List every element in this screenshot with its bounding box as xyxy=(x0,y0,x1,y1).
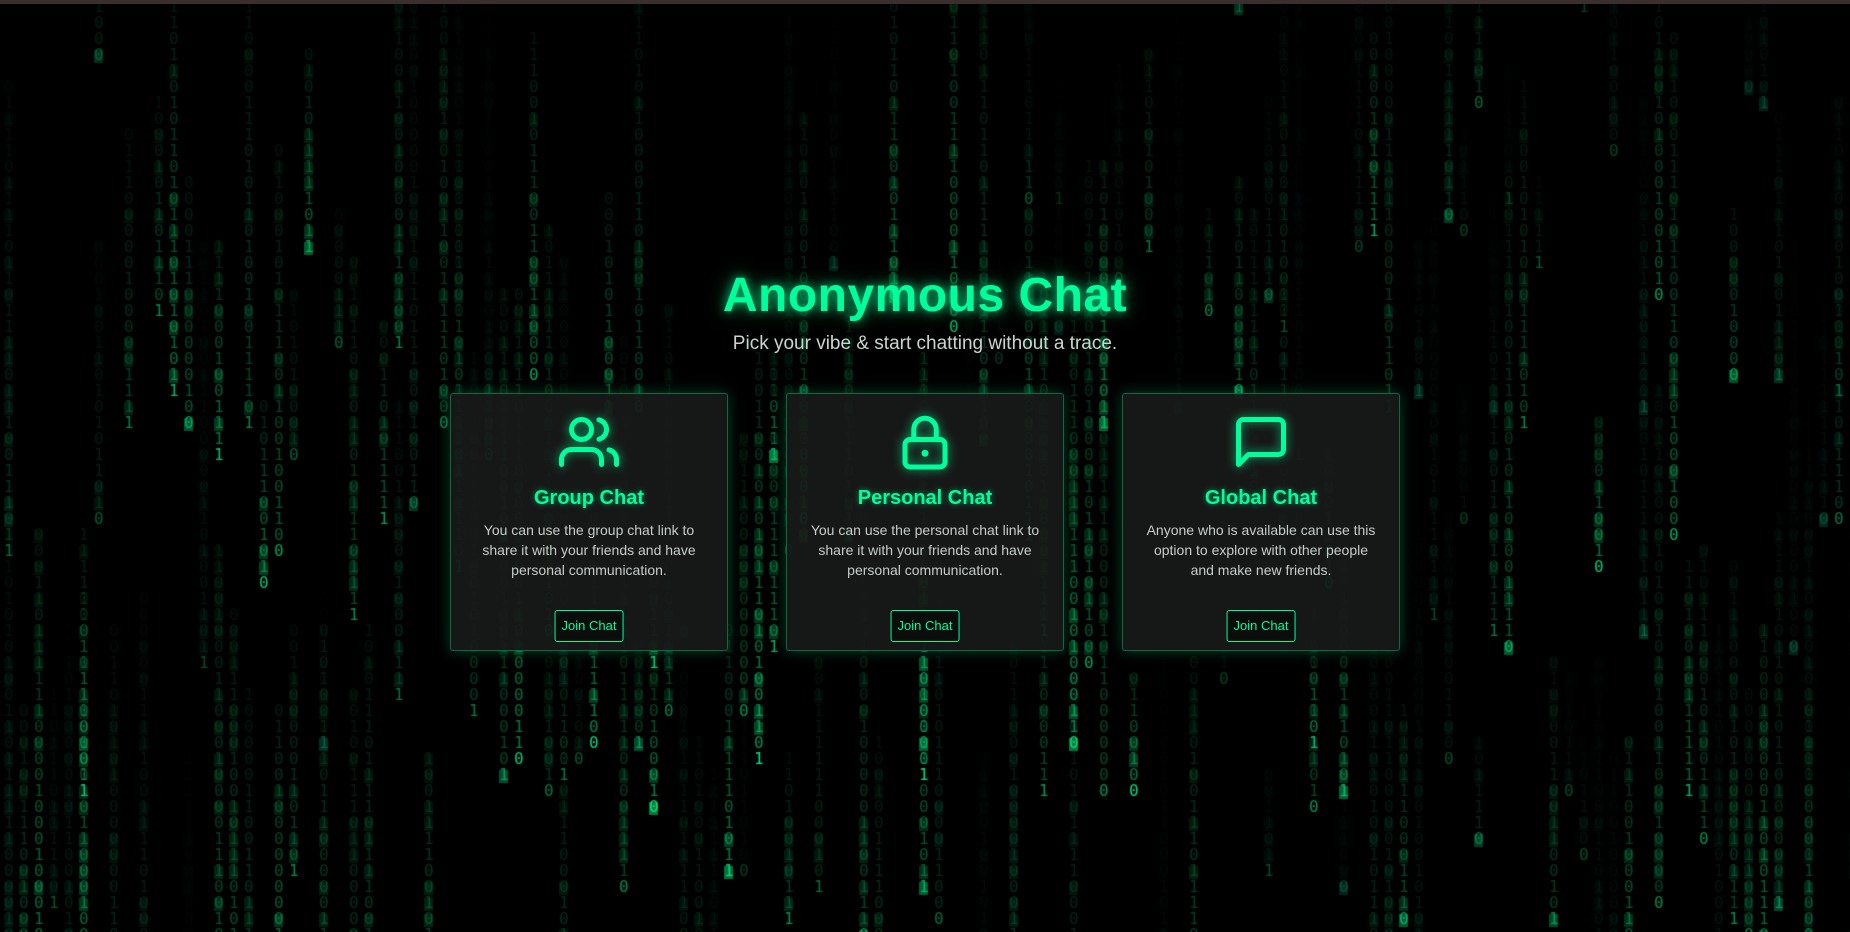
global-chat-card: Global Chat Anyone who is available can … xyxy=(1122,393,1400,651)
page-header: Anonymous Chat Pick your vibe & start ch… xyxy=(0,266,1850,356)
message-square-icon xyxy=(1236,417,1286,467)
page-content: Anonymous Chat Pick your vibe & start ch… xyxy=(0,0,1850,932)
chat-options: Group Chat You can use the group chat li… xyxy=(0,393,1850,653)
window-top-border xyxy=(0,0,1850,4)
card-title: Global Chat xyxy=(1204,487,1318,509)
page-title: Anonymous Chat xyxy=(722,269,1128,322)
group-chat-card: Group Chat You can use the group chat li… xyxy=(450,393,728,651)
users-icon xyxy=(559,417,619,467)
join-global-chat-button[interactable]: Join Chat xyxy=(1226,610,1296,642)
card-description: Anyone who is available can use this opt… xyxy=(1146,522,1376,578)
card-title: Personal Chat xyxy=(857,487,993,509)
lock-icon xyxy=(902,415,948,470)
card-description: You can use the personal chat link to sh… xyxy=(810,522,1040,578)
card-title: Group Chat xyxy=(534,487,644,509)
join-group-chat-button[interactable]: Join Chat xyxy=(554,610,624,642)
personal-chat-card: Personal Chat You can use the personal c… xyxy=(786,393,1064,651)
card-description: You can use the group chat link to share… xyxy=(482,522,696,578)
page-subtitle: Pick your vibe & start chatting without … xyxy=(732,333,1118,354)
join-personal-chat-button[interactable]: Join Chat xyxy=(890,610,960,642)
